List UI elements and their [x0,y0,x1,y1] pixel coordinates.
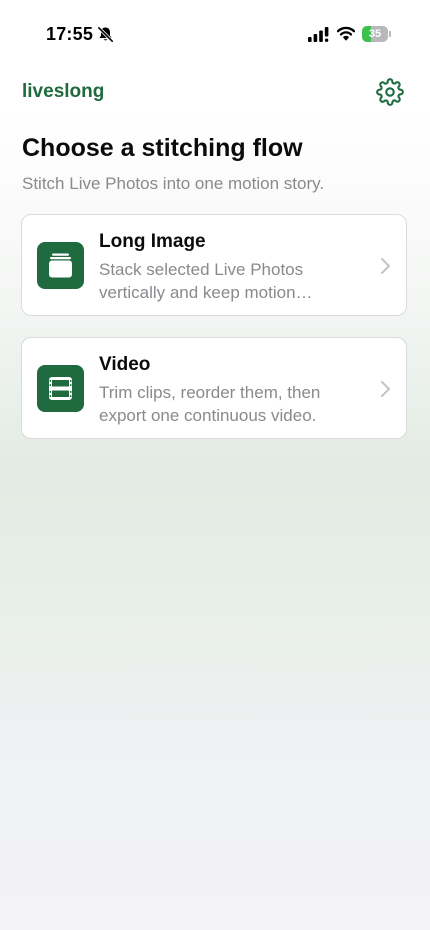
video-title: Video [99,354,151,375]
wifi-icon [337,26,355,41]
video-description: Trim clips, reorder them, then export on… [99,383,321,425]
settings-button[interactable] [376,78,404,106]
chevron-right-icon [381,258,390,274]
bell-off-icon [97,26,114,43]
video-flow-card[interactable]: Video Trim clips, reorder them, then exp… [21,337,407,439]
page-title: Choose a stitching flow [22,134,303,162]
battery-icon: 35 [362,26,392,42]
battery-level: 35 [368,28,382,40]
gear-icon [376,78,404,106]
signal-icon [308,27,329,42]
chevron-right-icon [381,381,390,397]
app-name: liveslong [22,81,105,102]
battery-body: 35 [362,26,388,42]
status-time: 17:55 [46,24,94,44]
film-strip-icon [37,365,84,412]
page-subtitle: Stitch Live Photos into one motion story… [22,174,325,193]
long-image-flow-card[interactable]: Long Image Stack selected Live Photos ve… [21,214,407,316]
stacked-photos-icon [37,242,84,289]
battery-cap [389,31,391,37]
status-bar: 17:55 35 [0,0,430,70]
long-image-description: Stack selected Live Photos vertically an… [99,260,313,302]
long-image-title: Long Image [99,231,206,252]
